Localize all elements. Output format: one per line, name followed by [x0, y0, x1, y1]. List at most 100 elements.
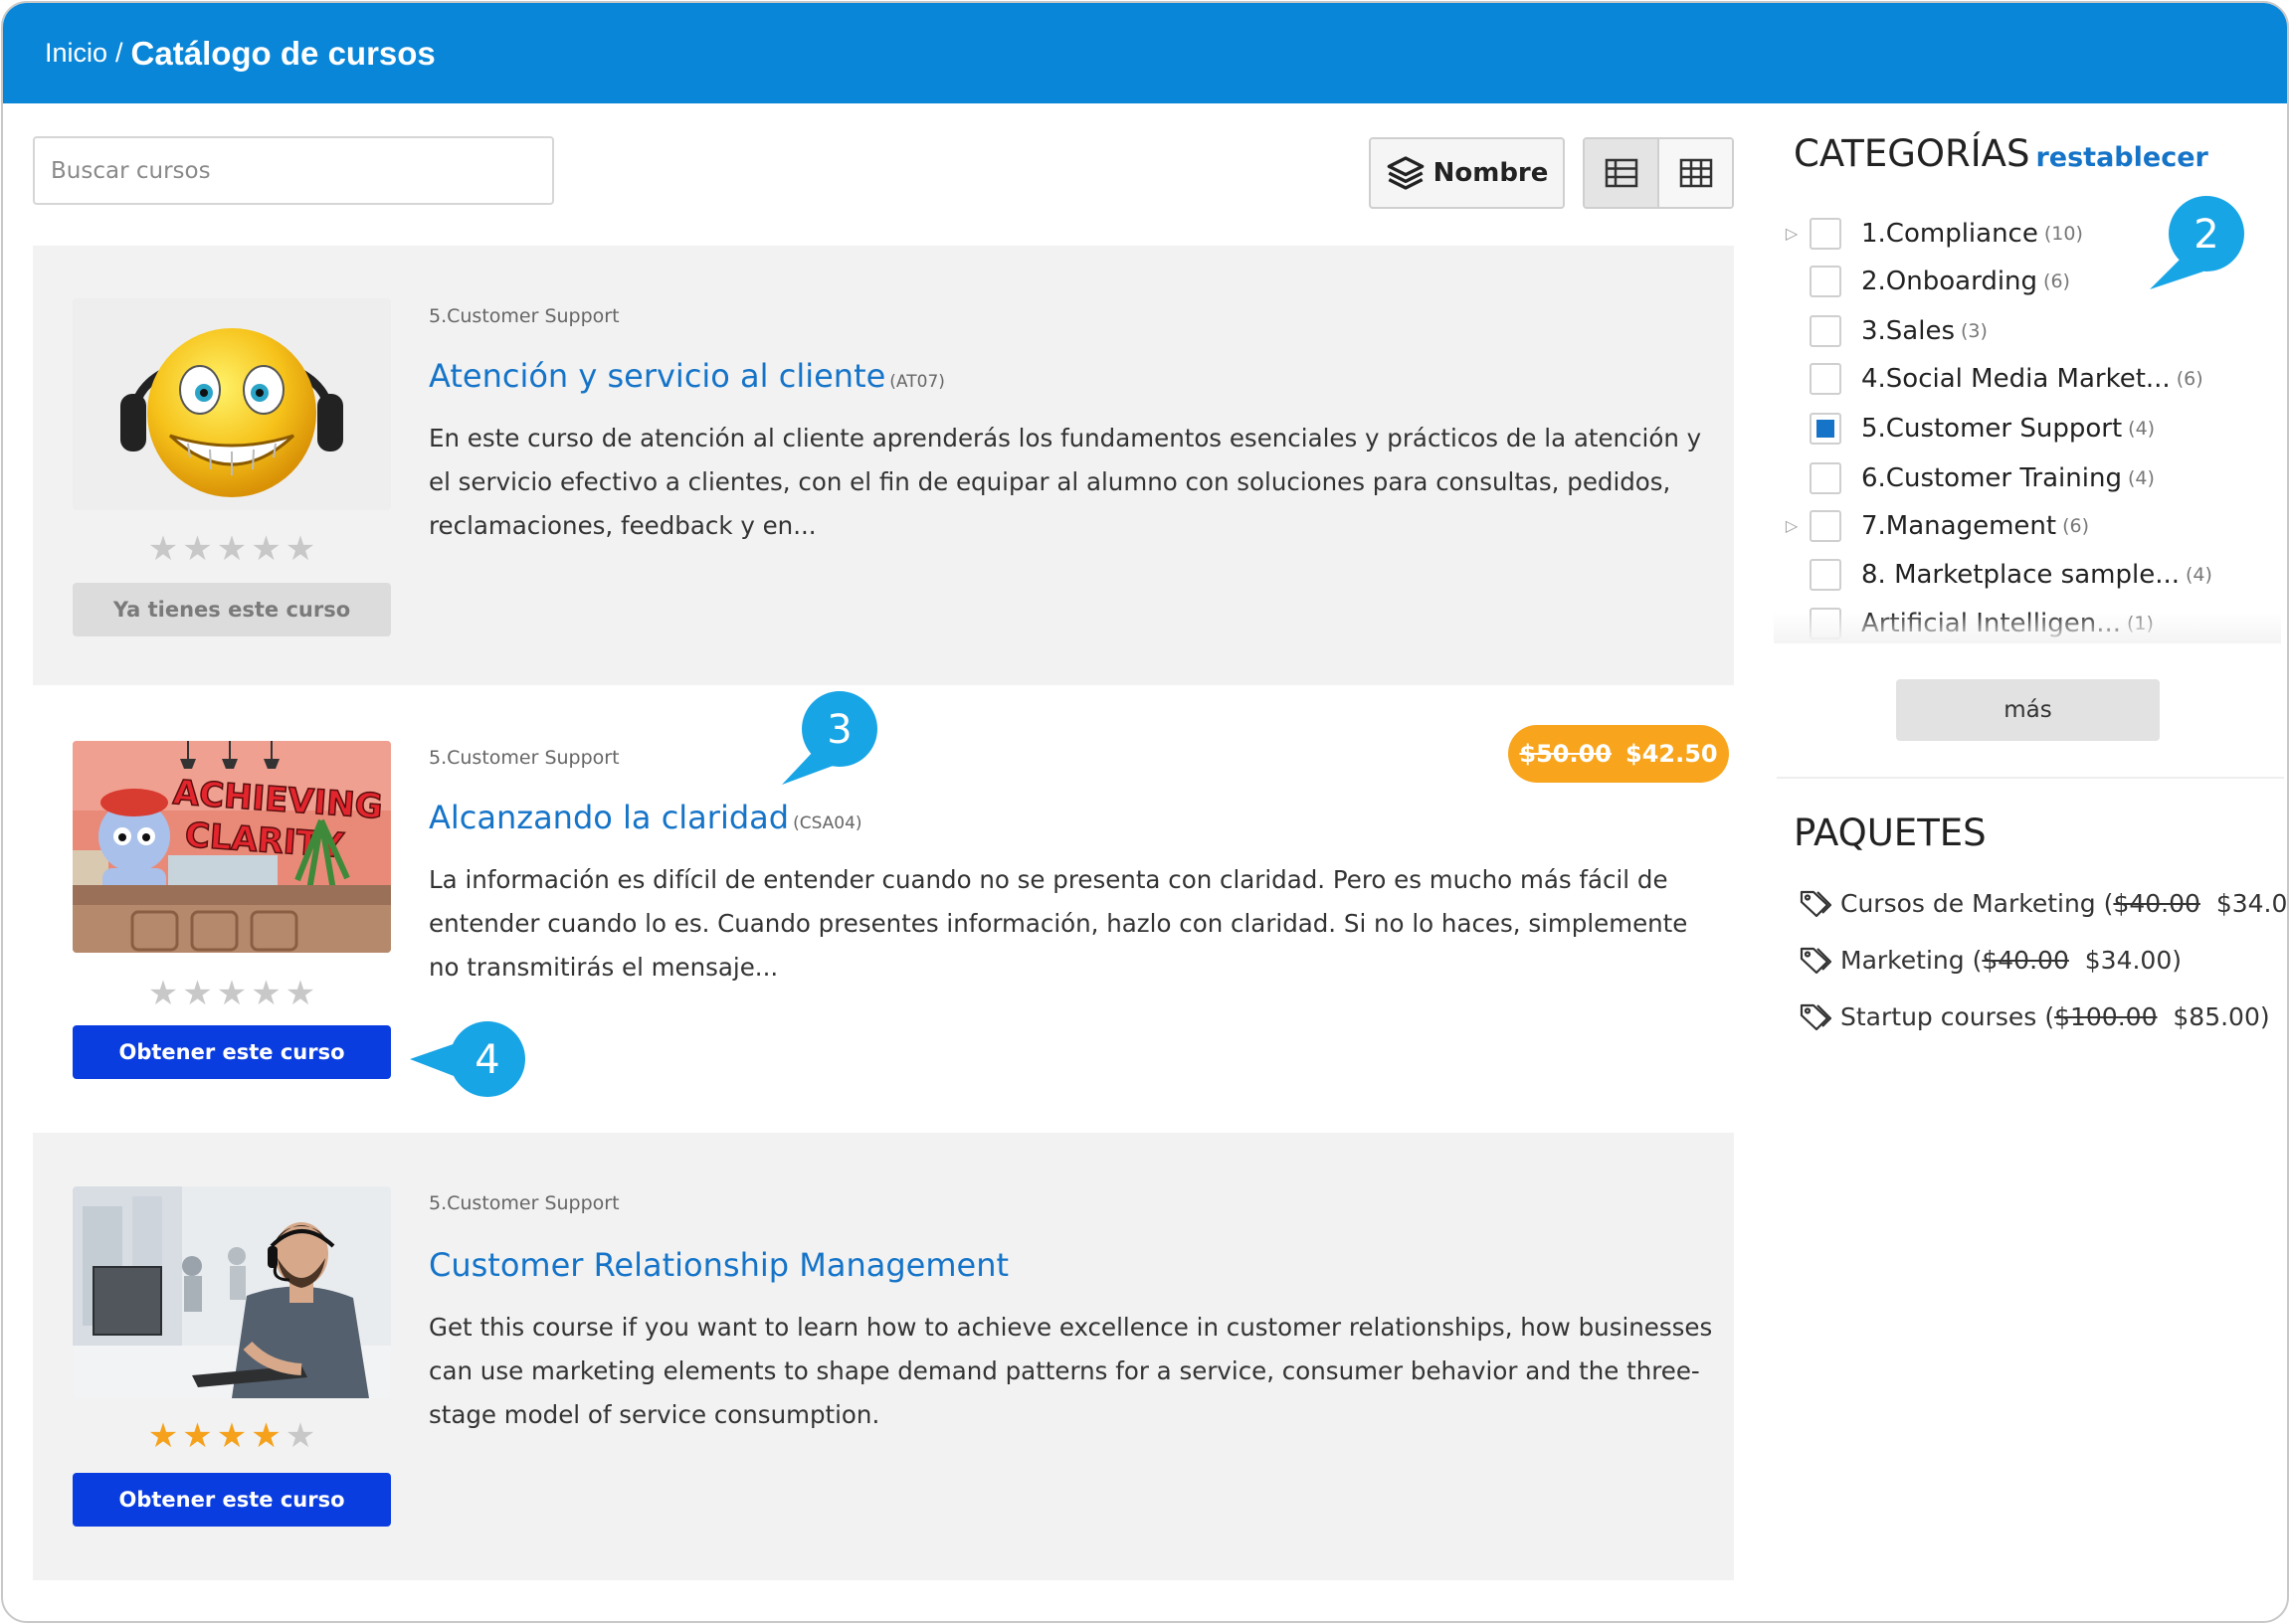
package-price-new: $34.00: [2215, 888, 2288, 918]
list-fade: [1774, 612, 2281, 643]
category-checkbox[interactable]: [1810, 315, 1841, 347]
category-item[interactable]: 6.Customer Training (4): [1774, 458, 2155, 498]
callout-2-number: 2: [2194, 212, 2218, 258]
package-item[interactable]: Marketing ($40.00 $34.00): [1799, 945, 2182, 975]
layers-icon: [1387, 156, 1424, 190]
sort-by-name-button[interactable]: Nombre: [1369, 137, 1565, 209]
category-name: 3.Sales: [1861, 316, 1956, 346]
get-course-button[interactable]: Obtener este curso: [73, 1473, 391, 1527]
tag-icon: [1800, 1003, 1832, 1031]
category-count: (4): [2127, 467, 2155, 489]
star-filled-icon: ★: [251, 1417, 282, 1455]
get-course-button[interactable]: Obtener este curso: [73, 1025, 391, 1079]
expand-caret-icon[interactable]: ▷: [1774, 516, 1810, 536]
callout-3: 3: [782, 691, 877, 785]
course-title: Atención y servicio al cliente: [429, 357, 886, 395]
expand-caret-icon[interactable]: ▷: [1774, 224, 1810, 244]
package-price-old: $40.00: [1982, 945, 2069, 975]
course-thumbnail[interactable]: [73, 1186, 391, 1398]
category-name: 4.Social Media Market...: [1861, 364, 2171, 394]
package-name: Startup courses: [1840, 1001, 2037, 1031]
star-filled-icon: ★: [147, 1417, 179, 1455]
course-description: Get this course if you want to learn how…: [429, 1313, 1713, 1429]
reset-filters-link[interactable]: restablecer: [2035, 142, 2207, 173]
course-thumbnail[interactable]: ACHIEVING CLARITY: [73, 741, 391, 953]
course-description: En este curso de atención al cliente apr…: [429, 424, 1702, 540]
course-category: 5.Customer Support: [429, 747, 620, 769]
star-empty-icon: ★: [216, 530, 248, 568]
package-item[interactable]: Startup courses ($100.00 $85.00): [1799, 1001, 2270, 1031]
rating-stars: ★ ★ ★ ★ ★: [73, 977, 391, 1010]
categories-title: CATEGORÍAS: [1794, 132, 2030, 175]
sort-label: Nombre: [1432, 158, 1549, 188]
list-view-button[interactable]: [1585, 139, 1659, 207]
smiley-headphones-image: [120, 328, 343, 497]
course-code: (CSA04): [793, 813, 862, 833]
course-title-link[interactable]: Alcanzando la claridad (CSA04): [429, 799, 862, 836]
achieving-clarity-image: ACHIEVING CLARITY: [73, 741, 391, 953]
course-title: Customer Relationship Management: [429, 1246, 1010, 1284]
category-count: (4): [2186, 564, 2212, 586]
course-description: La información es difícil de entender cu…: [429, 865, 1688, 982]
category-name: 1.Compliance: [1861, 219, 2038, 249]
price-badge: $50.00 $42.50: [1508, 725, 1729, 783]
category-item[interactable]: 2.Onboarding (6): [1774, 262, 2070, 301]
breadcrumb-separator: /: [115, 38, 123, 68]
star-empty-icon: ★: [285, 1417, 316, 1455]
star-empty-icon: ★: [285, 975, 316, 1012]
category-count: (6): [2043, 271, 2070, 292]
star-empty-icon: ★: [285, 530, 316, 568]
star-empty-icon: ★: [147, 530, 179, 568]
category-checkbox[interactable]: [1810, 266, 1841, 297]
categories-heading: CATEGORÍAS restablecer: [1794, 132, 2208, 175]
catalog-window: Inicio / Catálogo de cursos Nombre: [1, 1, 2289, 1623]
star-empty-icon: ★: [216, 975, 248, 1012]
course-category: 5.Customer Support: [429, 1192, 620, 1214]
category-checkbox[interactable]: [1810, 510, 1841, 542]
callout-4: 4: [410, 1021, 525, 1097]
package-item[interactable]: Cursos de Marketing($40.00 $34.00): [1799, 888, 2288, 918]
category-item[interactable]: 3.Sales (3): [1774, 311, 1988, 351]
callout-3-number: 3: [827, 707, 852, 753]
category-count: (6): [2062, 515, 2090, 537]
price-old: $50.00: [1519, 740, 1612, 768]
category-item[interactable]: ▷ 1.Compliance (10): [1774, 214, 2083, 254]
course-thumbnail[interactable]: [73, 298, 391, 510]
category-count: (10): [2043, 223, 2083, 245]
package-price-new: $34.00: [2084, 945, 2173, 975]
course-code: (AT07): [889, 372, 945, 392]
star-empty-icon: ★: [147, 975, 179, 1012]
category-name: 6.Customer Training: [1861, 463, 2122, 493]
rating-stars: ★ ★ ★ ★ ★: [73, 532, 391, 566]
course-title: Alcanzando la claridad: [429, 799, 790, 836]
course-card: ACHIEVING CLARITY ★ ★ ★ ★ ★ Obtener este cur…: [33, 685, 1734, 1133]
category-name: 5.Customer Support: [1861, 414, 2123, 444]
grid-view-button[interactable]: [1659, 139, 1732, 207]
category-count: (3): [1961, 320, 1988, 342]
star-filled-icon: ★: [216, 1417, 248, 1455]
category-item[interactable]: ▷ 7.Management (6): [1774, 506, 2089, 546]
category-checkbox[interactable]: [1810, 218, 1841, 250]
category-name: 7.Management: [1861, 511, 2057, 541]
course-title-link[interactable]: Customer Relationship Management: [429, 1246, 1013, 1284]
category-item[interactable]: 5.Customer Support (4): [1774, 409, 2155, 449]
breadcrumb-home-link[interactable]: Inicio: [45, 38, 107, 69]
page-title: Catálogo de cursos: [130, 34, 436, 72]
category-checkbox[interactable]: [1810, 413, 1841, 445]
category-checkbox[interactable]: [1810, 462, 1841, 494]
rating-stars: ★ ★ ★ ★ ★: [73, 1419, 391, 1453]
list-view-icon: [1605, 158, 1637, 188]
course-title-link[interactable]: Atención y servicio al cliente (AT07): [429, 357, 945, 395]
owned-course-button: Ya tienes este curso: [73, 583, 391, 636]
search-input[interactable]: [33, 136, 554, 205]
packages-title: PAQUETES: [1794, 812, 1987, 854]
category-item[interactable]: 4.Social Media Market... (6): [1774, 359, 2203, 399]
category-checkbox[interactable]: [1810, 363, 1841, 395]
sidebar-divider: [1777, 777, 2284, 779]
category-name: 2.Onboarding: [1861, 267, 2038, 296]
category-checkbox[interactable]: [1810, 559, 1841, 591]
category-item[interactable]: 8. Marketplace sample... (4): [1774, 555, 2212, 595]
callout-2: 2: [2150, 196, 2244, 289]
more-categories-button[interactable]: más: [1896, 679, 2160, 741]
course-card: ★ ★ ★ ★ ★ Ya tienes este curso 5.Customer Su…: [33, 246, 1734, 685]
